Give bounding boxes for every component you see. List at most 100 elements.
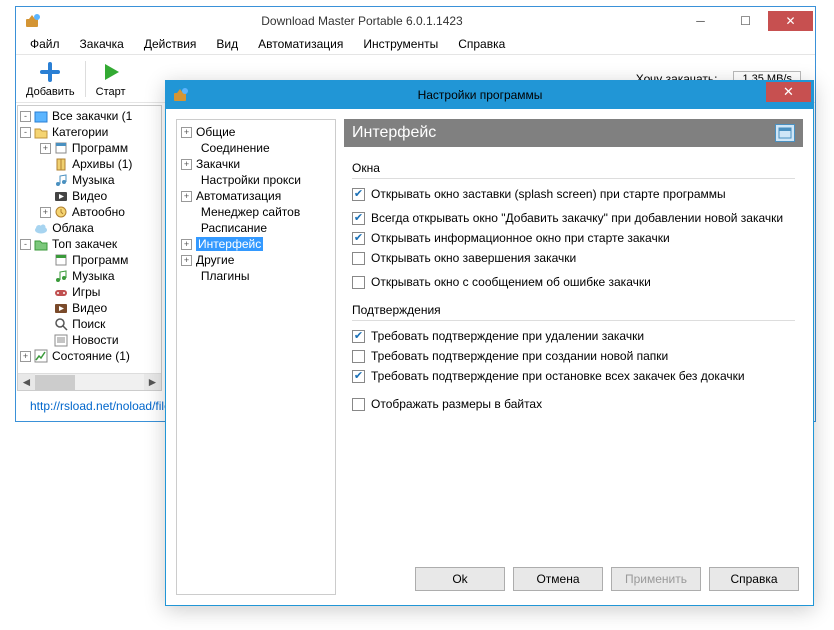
top-icon <box>33 236 49 252</box>
tree-item[interactable]: Программ <box>18 252 161 268</box>
expand-icon[interactable]: + <box>181 255 192 266</box>
option-row[interactable]: Открывать окно завершения закачки <box>352 251 795 265</box>
tree-item[interactable]: Видео <box>18 188 161 204</box>
tree-item-label: Новости <box>72 332 118 348</box>
settings-tree-item[interactable]: +Общие <box>179 124 333 140</box>
settings-tree-item[interactable]: Настройки прокси <box>179 172 333 188</box>
checkbox-icon: ✔ <box>352 232 365 245</box>
all-icon <box>33 108 49 124</box>
checkbox-icon: ✔ <box>352 212 365 225</box>
settings-tree-item[interactable]: +Другие <box>179 252 333 268</box>
arch-icon <box>53 156 69 172</box>
menu-download[interactable]: Закачка <box>70 35 134 54</box>
expand-icon[interactable]: + <box>181 191 192 202</box>
start-button[interactable]: Старт <box>90 58 132 100</box>
tree-item-label: Программ <box>72 252 128 268</box>
menu-actions[interactable]: Действия <box>134 35 207 54</box>
option-row[interactable]: ✔ Всегда открывать окно "Добавить закачку… <box>352 211 795 225</box>
expand-icon[interactable]: - <box>20 127 31 138</box>
add-button[interactable]: Добавить <box>20 58 81 100</box>
video2-icon <box>53 300 69 316</box>
tree-item-label: Облака <box>52 220 94 236</box>
settings-tree-item[interactable]: +Автоматизация <box>179 188 333 204</box>
sidebar-scrollbar[interactable]: ◄ ► <box>18 373 161 390</box>
tree-item[interactable]: - Топ закачек <box>18 236 161 252</box>
settings-tree: +Общие Соединение + Закачки Настройки прок… <box>176 119 336 595</box>
tree-item[interactable]: - Все закачки (1 <box>18 108 161 124</box>
checkbox-icon: ✔ <box>352 370 365 383</box>
prog2-icon <box>53 252 69 268</box>
settings-tree-item[interactable]: + Интерфейс <box>179 236 333 252</box>
tree-item-label: Игры <box>72 284 100 300</box>
settings-tree-item[interactable]: Плагины <box>179 268 333 284</box>
option-row[interactable]: ✔Открывать окно заставки (splash screen)… <box>352 187 795 201</box>
option-row[interactable]: ✔ Требовать подтверждение при остановке в… <box>352 369 795 383</box>
option-label: Открывать окно с сообщением об ошибке за… <box>371 275 651 289</box>
expand-icon[interactable]: + <box>181 239 192 250</box>
bytes-option[interactable]: Отображать размеры в байтах <box>352 397 795 411</box>
settings-tree-label: Интерфейс <box>196 237 263 251</box>
tree-item-label: Все закачки (1 <box>52 108 132 124</box>
cancel-button[interactable]: Отмена <box>513 567 603 591</box>
tree-item[interactable]: + Состояние (1) <box>18 348 161 364</box>
option-row[interactable]: Требовать подтверждение при создании нов… <box>352 349 795 363</box>
option-row[interactable]: ✔ Открывать информационное окно при старт… <box>352 231 795 245</box>
settings-tree-label: Настройки прокси <box>201 173 301 187</box>
tree-item[interactable]: Архивы (1) <box>18 156 161 172</box>
apply-button[interactable]: Применить <box>611 567 701 591</box>
settings-tree-item[interactable]: Соединение <box>179 140 333 156</box>
scroll-right-icon[interactable]: ► <box>144 374 161 391</box>
expand-icon[interactable]: + <box>181 159 192 170</box>
tree-item-label: Музыка <box>72 172 114 188</box>
expand-icon[interactable]: + <box>20 351 31 362</box>
tree-item[interactable]: Новости <box>18 332 161 348</box>
expand-icon[interactable]: - <box>20 111 31 122</box>
help-button[interactable]: Справка <box>709 567 799 591</box>
cloud-icon <box>33 220 49 236</box>
expand-icon[interactable]: + <box>40 207 51 218</box>
checkbox-icon <box>352 252 365 265</box>
menu-help[interactable]: Справка <box>448 35 515 54</box>
option-label: Всегда открывать окно "Добавить закачку"… <box>371 211 783 225</box>
minimize-button[interactable]: ─ <box>678 11 723 31</box>
expand-icon[interactable]: - <box>20 239 31 250</box>
expand-icon[interactable]: + <box>40 143 51 154</box>
tree-item[interactable]: -Категории <box>18 124 161 140</box>
dialog-titlebar: Настройки программы ✕ <box>166 81 813 109</box>
tree-item[interactable]: Музыка <box>18 172 161 188</box>
settings-tree-label: Закачки <box>196 157 240 171</box>
maximize-button[interactable]: ☐ <box>723 11 768 31</box>
option-row[interactable]: Открывать окно с сообщением об ошибке за… <box>352 275 795 289</box>
settings-tree-item[interactable]: + Закачки <box>179 156 333 172</box>
tree-item-label: Состояние (1) <box>52 348 130 364</box>
menu-tools[interactable]: Инструменты <box>353 35 448 54</box>
close-button[interactable]: ✕ <box>768 11 813 31</box>
tree-item[interactable]: Облака <box>18 220 161 236</box>
settings-tree-item[interactable]: Менеджер сайтов <box>179 204 333 220</box>
tree-item[interactable]: Музыка <box>18 268 161 284</box>
option-label: Требовать подтверждение при остановке вс… <box>371 369 745 383</box>
menu-view[interactable]: Вид <box>206 35 248 54</box>
option-label: Открывать информационное окно при старте… <box>371 231 670 245</box>
download-link[interactable]: http://rsload.net/noload/file <box>30 399 171 413</box>
scroll-left-icon[interactable]: ◄ <box>18 374 35 391</box>
group-confirm-label: Подтверждения <box>352 303 795 317</box>
dialog-close-button[interactable]: ✕ <box>766 82 811 102</box>
tree-item[interactable]: +Автообно <box>18 204 161 220</box>
tree-item[interactable]: Поиск <box>18 316 161 332</box>
settings-tree-item[interactable]: Расписание <box>179 220 333 236</box>
option-label: Требовать подтверждение при удалении зак… <box>371 329 644 343</box>
tree-item-label: Программ <box>72 140 128 156</box>
checkbox-icon <box>352 350 365 363</box>
tree-item[interactable]: + Программ <box>18 140 161 156</box>
ok-button[interactable]: Ok <box>415 567 505 591</box>
tree-item[interactable]: Игры <box>18 284 161 300</box>
games-icon <box>53 284 69 300</box>
tree-item-label: Топ закачек <box>52 236 117 252</box>
tree-item[interactable]: Видео <box>18 300 161 316</box>
expand-icon[interactable]: + <box>181 127 192 138</box>
dialog-logo-icon <box>172 87 188 103</box>
option-row[interactable]: ✔Требовать подтверждение при удалении за… <box>352 329 795 343</box>
menu-automation[interactable]: Автоматизация <box>248 35 353 54</box>
menu-file[interactable]: Файл <box>20 35 70 54</box>
